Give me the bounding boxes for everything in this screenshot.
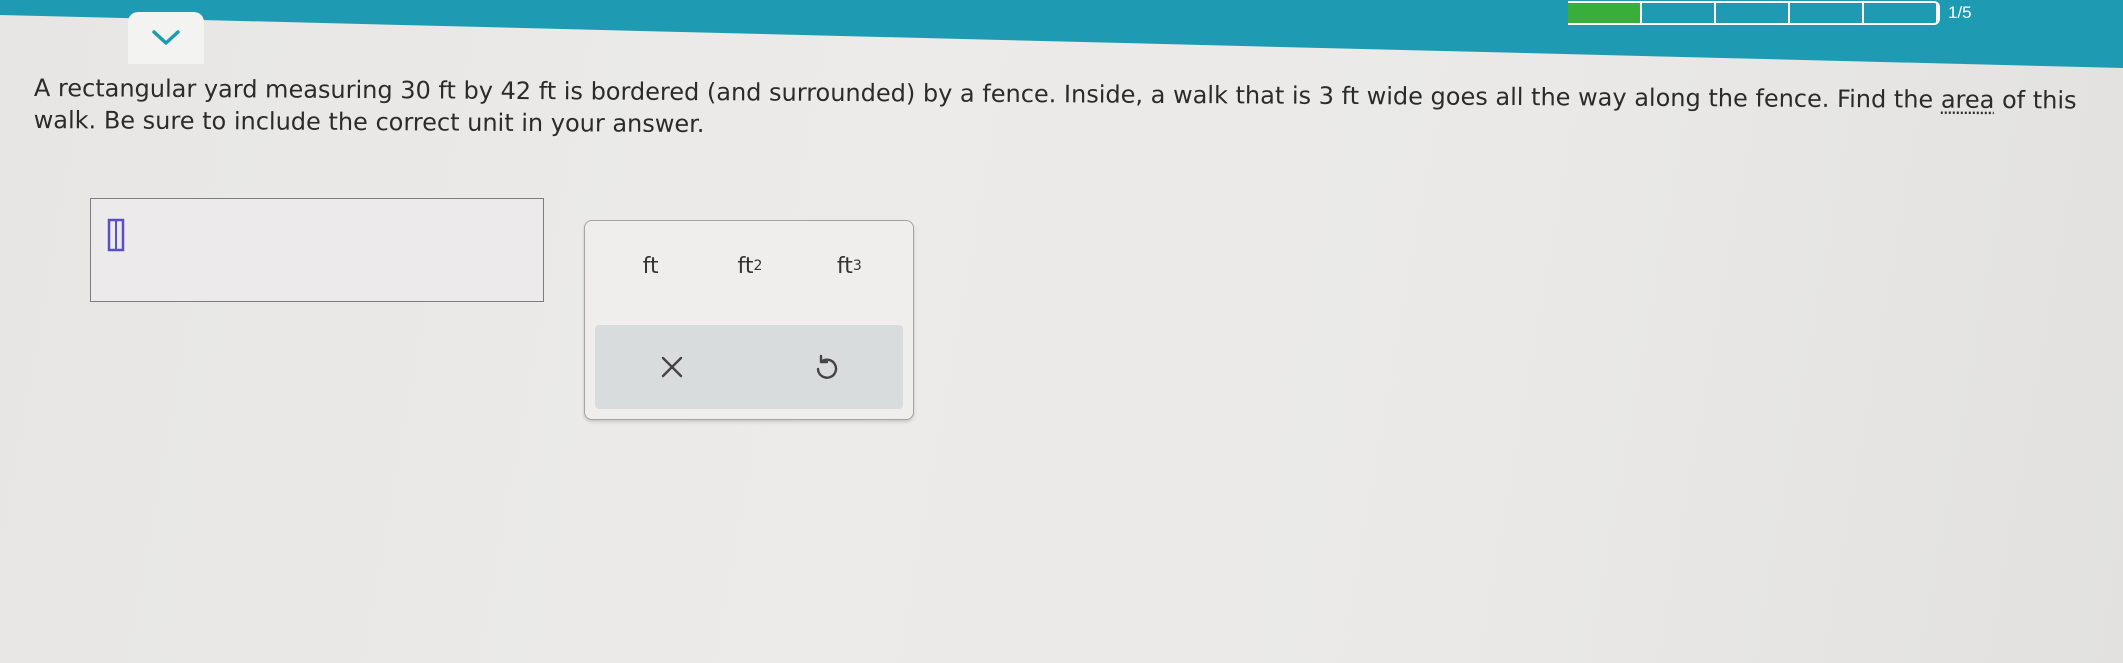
progress-indicator: 1/5 [1568,0,1972,26]
undo-icon [816,354,838,379]
collapse-button[interactable] [128,12,204,64]
vocab-link-area[interactable]: area [1941,86,1995,114]
progress-segment [1642,3,1716,23]
progress-bar [1568,1,1940,25]
progress-segment [1864,3,1938,23]
chevron-down-icon [152,30,180,45]
question-text: A rectangular yard measuring 30 ft by 42… [34,72,2114,149]
undo-button[interactable] [781,337,871,397]
clear-button[interactable] [627,337,717,397]
unit-key-ft-squared[interactable]: ft 2 [710,244,790,288]
progress-segment [1716,3,1790,23]
progress-segment [1790,3,1864,23]
text-cursor-icon [107,218,125,252]
unit-key-ft-cubed[interactable]: ft 3 [809,244,889,288]
progress-segment [1568,3,1642,23]
answer-input[interactable] [90,198,544,302]
progress-label: 1/5 [1948,3,1972,22]
unit-keypad: ft ft 2 ft 3 [584,220,914,420]
action-row [595,325,903,409]
unit-row: ft ft 2 ft 3 [585,241,915,291]
unit-key-ft[interactable]: ft [611,244,691,288]
close-icon [661,356,683,378]
